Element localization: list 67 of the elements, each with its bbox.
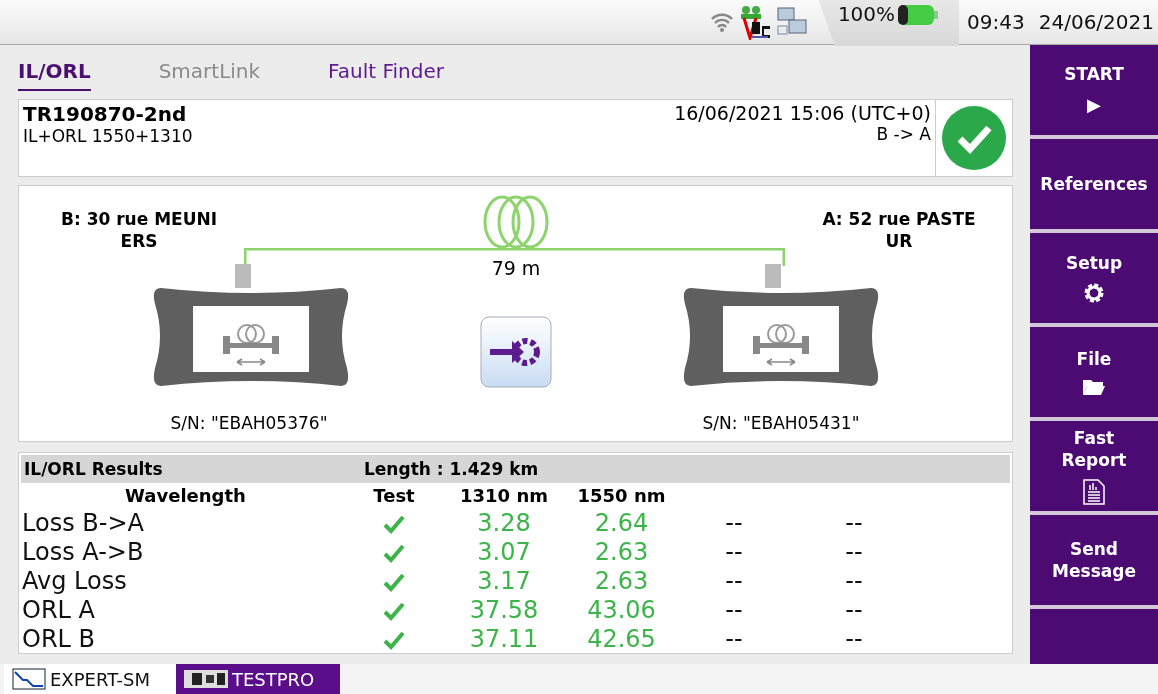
row-label: Avg Loss xyxy=(22,567,128,596)
task-tab[interactable]: EXPERT-SM xyxy=(4,664,176,694)
serial-number: S/N: "EBAH05376" xyxy=(169,412,329,435)
table-cell-text: 2.63 xyxy=(593,567,650,596)
folder-icon xyxy=(1082,378,1106,397)
row-label: Loss A->B xyxy=(22,538,145,567)
check-icon xyxy=(383,629,405,650)
table-cell-text: 2.64 xyxy=(593,509,650,538)
settings-icon xyxy=(1083,282,1105,305)
table-cell-text: 43.06 xyxy=(586,596,657,625)
table-cell-text: -- xyxy=(724,625,744,654)
table-cell-text: -- xyxy=(724,509,744,538)
table-cell-text: -- xyxy=(724,538,744,567)
battery-icon xyxy=(897,2,940,28)
row-label: Loss B->A xyxy=(22,509,145,538)
table-cell-text: -- xyxy=(844,567,864,596)
table-cell-text: -- xyxy=(724,567,744,596)
table-cell-text: -- xyxy=(844,625,864,654)
wifi-icon[interactable] xyxy=(709,11,734,33)
tab[interactable]: IL/ORL xyxy=(18,59,91,91)
check-icon xyxy=(383,542,405,563)
column-header: 1310 nm xyxy=(459,484,549,508)
test-datetime: 16/06/2021 15:06 (UTC+0) xyxy=(674,102,931,124)
serial-number: S/N: "EBAH05431" xyxy=(701,412,861,435)
fiber-coil-icon xyxy=(482,194,550,250)
test-type: IL+ORL 1550+1310 xyxy=(23,126,194,146)
table-cell-text: 2.63 xyxy=(593,538,650,567)
column-header: Wavelength xyxy=(124,484,247,508)
trace-icon xyxy=(12,668,46,690)
column-header: 1550 nm xyxy=(576,484,667,508)
total-length: Length : 1.429 km xyxy=(364,459,539,479)
row-label: ORL A xyxy=(22,596,96,625)
tab[interactable]: Fault Finder xyxy=(328,59,444,91)
column-header: Test xyxy=(372,484,416,508)
launch-gear-icon[interactable] xyxy=(480,316,552,388)
check-icon xyxy=(383,571,405,592)
table-cell-text: -- xyxy=(724,596,744,625)
table-cell-text: -- xyxy=(844,596,864,625)
table-cell-text: -- xyxy=(844,509,864,538)
side-button[interactable]: References xyxy=(1030,139,1158,229)
side-button[interactable]: Send Message xyxy=(1030,515,1158,605)
side-button[interactable]: START ▶ xyxy=(1030,45,1158,135)
row-label: ORL B xyxy=(22,625,97,654)
table-cell-text: 3.17 xyxy=(476,567,532,596)
table-cell-text: 3.28 xyxy=(476,509,532,538)
check-icon xyxy=(383,513,405,534)
end-b-address: B: 30 rue MEUNI ERS xyxy=(59,208,219,253)
fiber-length: 79 m xyxy=(490,256,542,281)
table-cell-text: 3.07 xyxy=(476,538,532,567)
test-title: TR190870-2nd xyxy=(23,102,188,126)
end-a-address: A: 52 rue PASTE UR xyxy=(821,208,977,253)
date: 24/06/2021 xyxy=(1038,10,1154,34)
clock-time: 09:43 xyxy=(967,10,1025,34)
table-cell-text: 37.11 xyxy=(468,625,540,654)
table-cell-text: -- xyxy=(844,538,864,567)
table-cell-text: 42.65 xyxy=(586,625,657,654)
task-tab[interactable]: TESTPRO xyxy=(175,664,341,694)
side-button[interactable]: Fast Report xyxy=(1030,421,1158,511)
report-icon xyxy=(1083,479,1105,506)
battery-percent: 100% xyxy=(837,2,896,26)
table-cell-text: 37.58 xyxy=(468,596,540,625)
direction-label: B -> A xyxy=(876,124,931,144)
check-icon xyxy=(383,600,405,621)
device-icon xyxy=(183,670,228,688)
results-title: IL/ORL Results xyxy=(24,459,164,479)
side-button[interactable]: File xyxy=(1030,327,1158,417)
side-button[interactable]: Setup xyxy=(1030,233,1158,323)
